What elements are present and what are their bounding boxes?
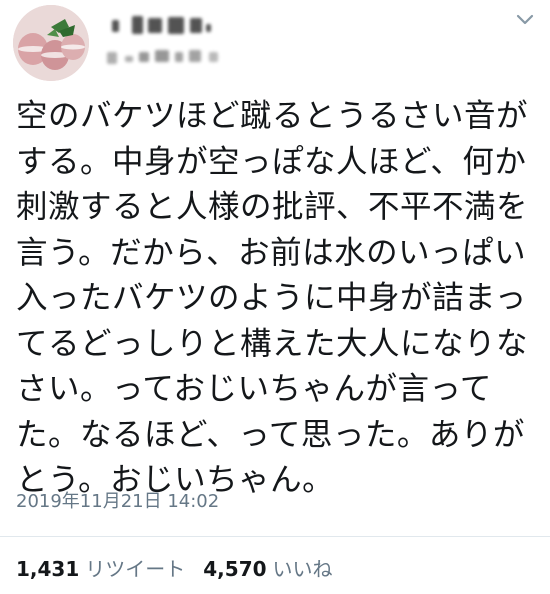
- display-name-redacted[interactable]: [110, 14, 220, 36]
- chevron-down-icon: [516, 14, 534, 25]
- avatar[interactable]: [13, 5, 89, 81]
- retweet-count: 1,431: [16, 557, 80, 581]
- retweet-stat[interactable]: 1,431 リツイート: [16, 556, 185, 582]
- divider: [0, 536, 550, 537]
- retweet-label: リツイート: [85, 557, 186, 581]
- like-stat[interactable]: 4,570 いいね: [203, 556, 332, 582]
- like-label: いいね: [272, 557, 333, 581]
- more-options-button[interactable]: [515, 12, 535, 28]
- like-count: 4,570: [203, 557, 267, 581]
- tweet-stats: 1,431 リツイート 4,570 いいね: [16, 556, 333, 582]
- macaron-avatar-icon: [13, 5, 89, 81]
- tweet-text: 空のバケツほど蹴るとうるさい音がする。中身が空っぽな人ほど、何か刺激すると人様の…: [16, 98, 529, 498]
- tweet-timestamp[interactable]: 2019年11月21日 14:02: [16, 490, 219, 514]
- handle-redacted[interactable]: [107, 46, 227, 68]
